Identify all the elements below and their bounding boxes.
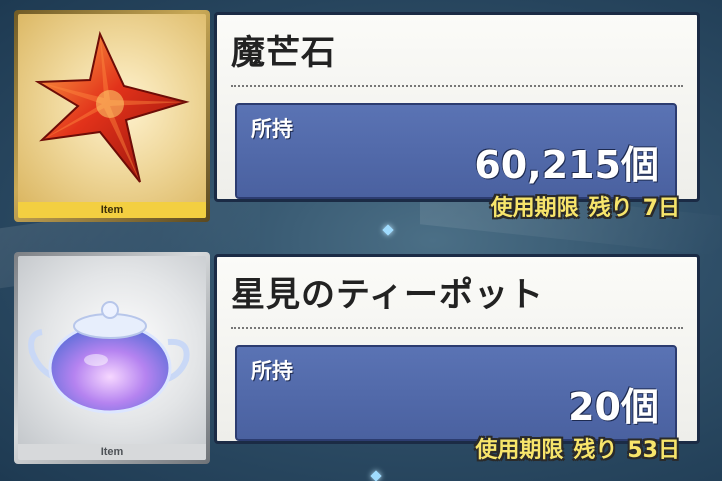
item-info-panel: 魔芒石 所持 60,215個 bbox=[214, 12, 700, 202]
item-icon-background: Item bbox=[18, 14, 206, 218]
item-card[interactable]: Item 魔芒石 所持 60,215個 使用期限 残り 7日 bbox=[8, 4, 716, 226]
expiry-days: 7日 bbox=[642, 196, 680, 221]
item-icon-frame: Item bbox=[14, 252, 210, 464]
item-type-label: Item bbox=[18, 202, 206, 218]
item-card[interactable]: Item 星見のティーポット 所持 20個 使用期限 残り 53日 bbox=[8, 246, 716, 468]
red-crystal-star-icon bbox=[34, 30, 190, 183]
item-name: 星見のティーポット bbox=[231, 275, 544, 315]
item-icon-background: Item bbox=[18, 256, 206, 460]
item-list-screen: { "items": [ { "name": "魔芒石", "icon": "r… bbox=[0, 0, 722, 481]
owned-value: 20個 bbox=[568, 385, 659, 429]
expiry-days: 53日 bbox=[627, 438, 680, 463]
item-info-panel: 星見のティーポット 所持 20個 bbox=[214, 254, 700, 444]
divider bbox=[231, 327, 683, 329]
expiry-text: 使用期限 残り 53日 bbox=[475, 432, 680, 464]
item-type-label: Item bbox=[18, 444, 206, 460]
item-name: 魔芒石 bbox=[231, 33, 336, 73]
sparkle-icon bbox=[382, 224, 394, 236]
owned-box: 所持 60,215個 bbox=[235, 103, 677, 199]
owned-box: 所持 20個 bbox=[235, 345, 677, 441]
owned-value: 60,215個 bbox=[474, 143, 659, 187]
expiry-remaining: 残り bbox=[573, 438, 618, 463]
owned-label: 所持 bbox=[251, 117, 293, 141]
expiry-label: 使用期限 bbox=[490, 196, 579, 221]
expiry-remaining: 残り bbox=[588, 196, 633, 221]
item-icon-frame: Item bbox=[14, 10, 210, 222]
expiry-text: 使用期限 残り 7日 bbox=[491, 190, 680, 222]
expiry-label: 使用期限 bbox=[475, 438, 564, 463]
owned-label: 所持 bbox=[251, 359, 293, 383]
divider bbox=[231, 85, 683, 87]
sparkle-icon bbox=[370, 470, 382, 481]
glass-teapot-icon bbox=[28, 301, 190, 414]
